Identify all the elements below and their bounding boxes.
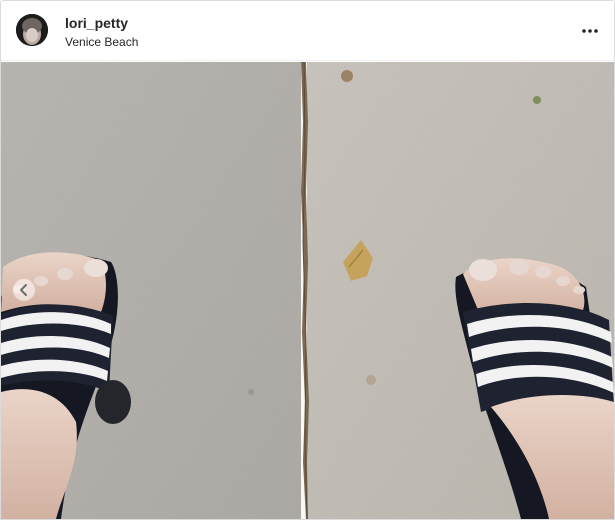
username-link[interactable]: lori_petty <box>65 15 128 31</box>
photo-illustration <box>1 62 614 519</box>
post-header: lori_petty Venice Beach <box>1 1 614 61</box>
avatar-image <box>16 14 48 46</box>
more-horizontal-icon <box>582 29 598 33</box>
avatar[interactable] <box>16 14 48 46</box>
post-card: lori_petty Venice Beach <box>0 0 615 520</box>
more-options-button[interactable] <box>578 19 602 43</box>
post-photo[interactable] <box>1 62 614 519</box>
previous-photo-button[interactable] <box>13 279 35 301</box>
location-link[interactable]: Venice Beach <box>65 35 138 49</box>
chevron-left-icon <box>20 284 27 296</box>
